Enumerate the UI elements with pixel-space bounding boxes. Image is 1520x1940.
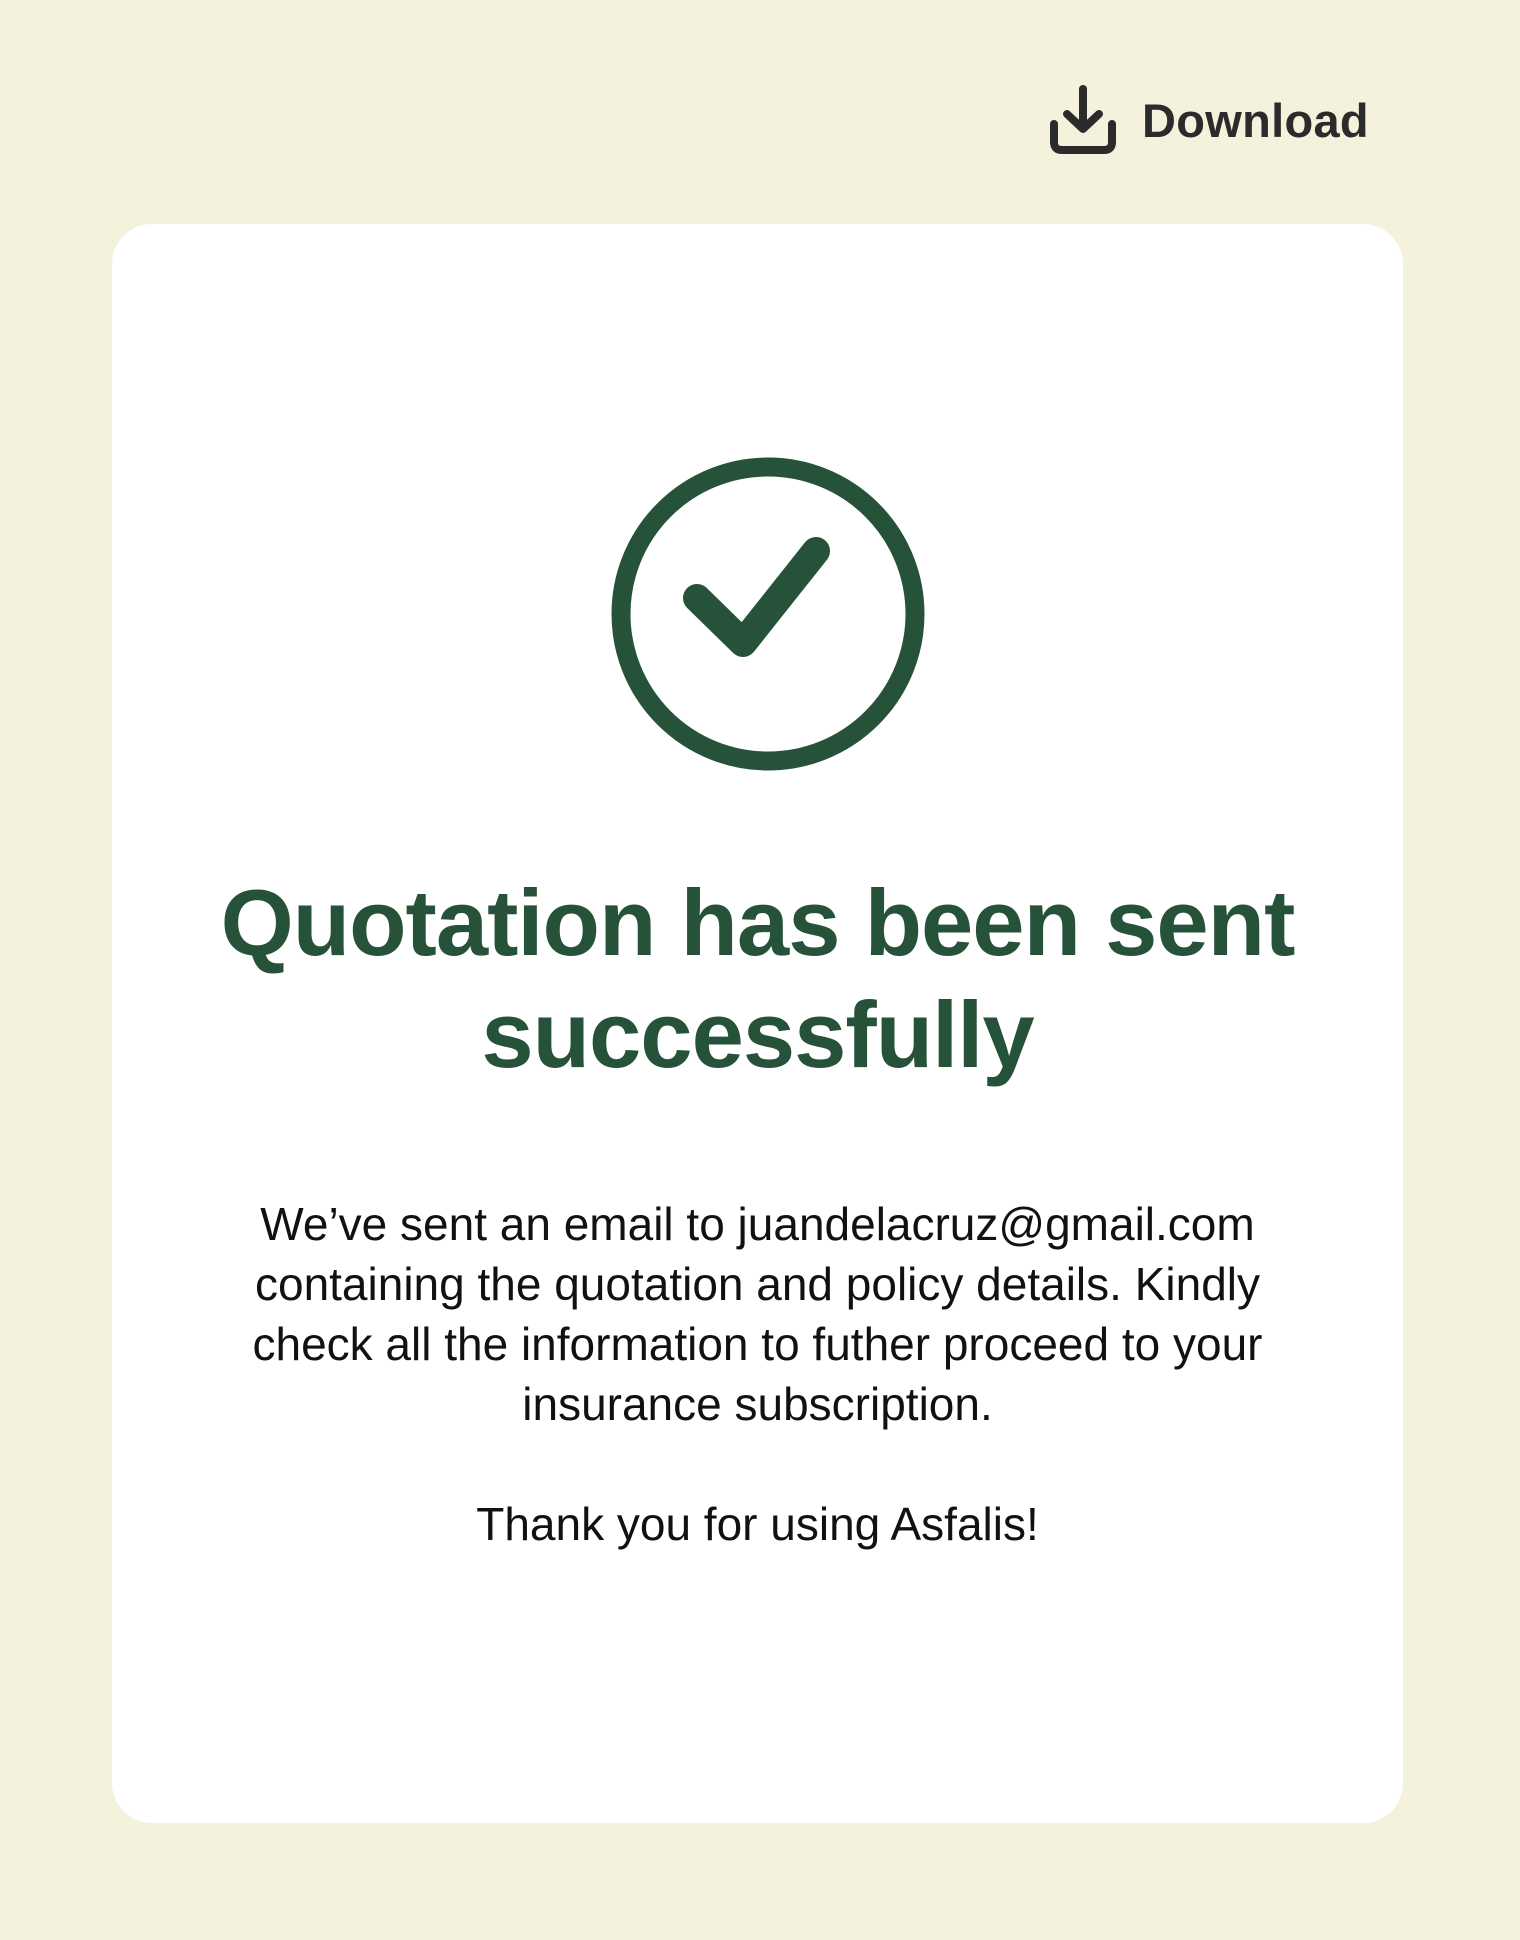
success-title: Quotation has been sent successfully	[220, 870, 1296, 1087]
download-icon	[1050, 85, 1116, 154]
thank-you-message: Thank you for using Asfalis!	[476, 1498, 1039, 1550]
check-circle-icon	[611, 457, 925, 771]
download-button[interactable]: Download	[1048, 84, 1369, 156]
email-confirmation-message: We’ve sent an email to juandelacruz@gmai…	[252, 1198, 1263, 1430]
confirmation-card: Quotation has been sent successfully We’…	[112, 224, 1403, 1823]
download-label: Download	[1142, 93, 1369, 147]
